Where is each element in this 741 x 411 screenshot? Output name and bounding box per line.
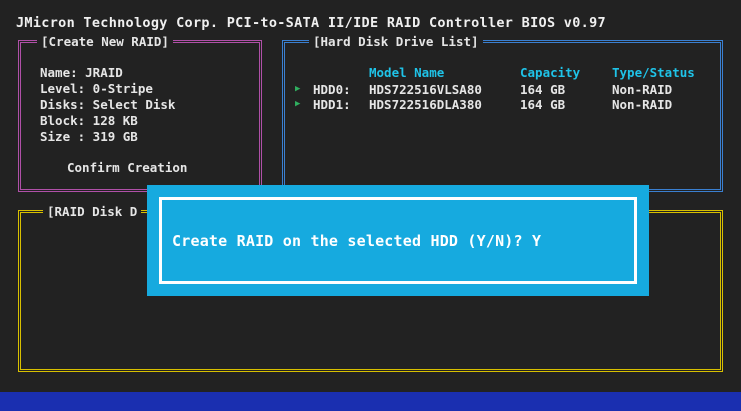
raid-size-field[interactable]: Size : 319 GB bbox=[40, 129, 138, 144]
hdd-capacity: 164 GB bbox=[520, 82, 566, 97]
raid-block-field[interactable]: Block: 128 KB bbox=[40, 113, 138, 128]
confirm-dialog: Create RAID on the selected HDD (Y/N)? Y bbox=[147, 185, 649, 296]
create-raid-panel: [Create New RAID] Name: JRAID Level: 0-S… bbox=[18, 34, 262, 192]
hdd-list-panel-title: [Hard Disk Drive List] bbox=[309, 34, 483, 50]
confirm-creation-button[interactable]: Confirm Creation bbox=[67, 160, 187, 175]
hdd-status: Non-RAID bbox=[612, 82, 673, 97]
status-bar bbox=[0, 392, 741, 411]
hdd-list-panel: [Hard Disk Drive List] Model Name Capaci… bbox=[282, 34, 723, 192]
raid-member-panel-title: [RAID Disk D bbox=[43, 204, 142, 220]
play-arrow-icon: ▶ bbox=[295, 99, 301, 109]
raid-disks-field[interactable]: Disks: Select Disk bbox=[40, 97, 175, 112]
bios-title: JMicron Technology Corp. PCI-to-SATA II/… bbox=[16, 15, 606, 31]
column-header-model: Model Name bbox=[369, 65, 445, 80]
confirm-dialog-prompt[interactable]: Create RAID on the selected HDD (Y/N)? Y bbox=[172, 232, 541, 250]
hdd-model: HDS722516DLA380 bbox=[369, 97, 482, 112]
confirm-dialog-frame: Create RAID on the selected HDD (Y/N)? Y bbox=[159, 197, 637, 284]
raid-name-field[interactable]: Name: JRAID bbox=[40, 65, 123, 80]
hdd-id: HDD1: bbox=[313, 97, 351, 112]
hdd-model: HDS722516VLSA80 bbox=[369, 82, 482, 97]
hdd-status: Non-RAID bbox=[612, 97, 673, 112]
raid-level-field[interactable]: Level: 0-Stripe bbox=[40, 81, 153, 96]
hdd-capacity: 164 GB bbox=[520, 97, 566, 112]
play-arrow-icon: ▶ bbox=[295, 84, 301, 94]
hdd-id: HDD0: bbox=[313, 82, 351, 97]
create-raid-panel-title: [Create New RAID] bbox=[37, 34, 173, 50]
column-header-status: Type/Status bbox=[612, 65, 695, 80]
column-header-capacity: Capacity bbox=[520, 65, 581, 80]
